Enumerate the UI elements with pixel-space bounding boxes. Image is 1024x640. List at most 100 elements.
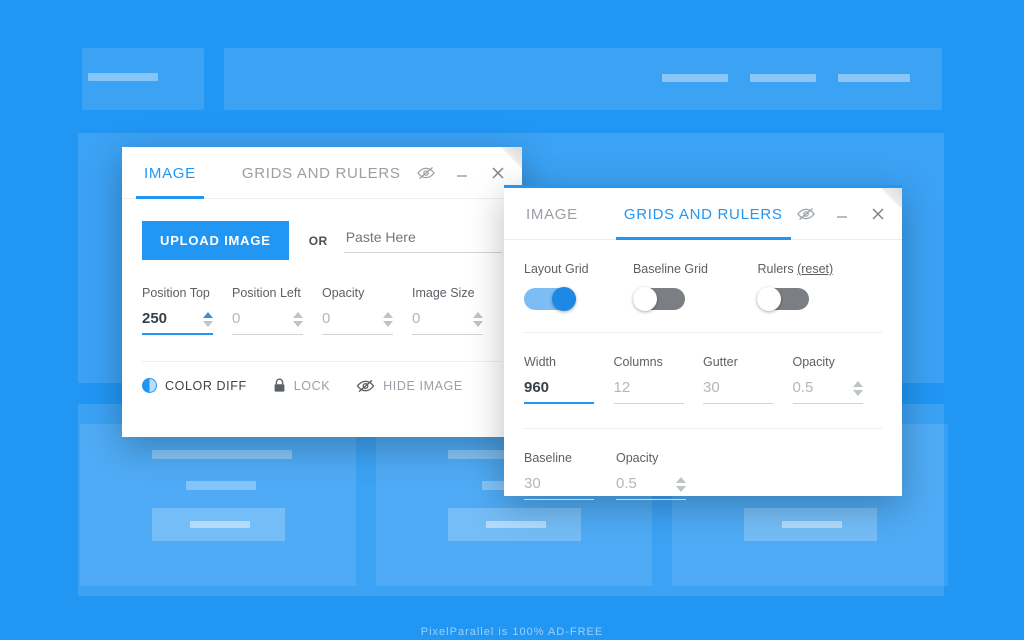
rulers-reset-link[interactable]: (reset) [797,262,833,276]
close-icon[interactable] [488,163,508,183]
grid-fields-row: Width 960 Columns 12 Gutter 30 Opacity 0.5 [504,333,902,404]
paste-here-input[interactable] [343,228,506,246]
minimize-icon[interactable] [452,163,472,183]
field-value[interactable]: 0.5 [616,474,637,494]
field-position-top: Position Top 250 [142,286,232,335]
stepper[interactable] [293,312,303,329]
field-value[interactable]: 960 [524,378,549,398]
toggle-knob [632,287,657,311]
stepper-down-icon[interactable] [852,390,863,396]
stepper-down-icon[interactable] [383,321,393,327]
hide-eye-icon[interactable] [796,204,816,224]
image-fields-row: Position Top 250 Position Left 0 Opacity 0 Ima… [122,260,522,335]
field-gutter: Gutter 30 [703,355,793,404]
field-image-size: Image Size 0 [412,286,502,335]
wireframe-nav-link [838,74,910,82]
field-width: Width 960 [524,355,614,404]
field-underline: 0.5 [792,378,863,404]
toggle-label: Baseline Grid [632,262,708,276]
toggle-rulers[interactable] [757,287,810,311]
footer-note: PixelParallel is 100% AD-FREE [420,626,604,638]
field-value[interactable]: 0 [412,309,420,329]
action-color-diff[interactable]: COLOR DIFF [142,378,247,393]
toggle-group-rulers: Rulers (reset) [757,262,882,311]
stepper-down-icon[interactable] [203,321,213,327]
upload-row: UPLOAD IMAGE OR [122,199,522,260]
field-value[interactable]: 0.5 [793,378,814,398]
hide-eye-icon[interactable] [416,163,436,183]
field-baseline-baseline: Baseline 30 [524,451,616,500]
field-label: Width [524,355,556,369]
stepper[interactable] [383,312,393,329]
grids-panel-window-controls [796,188,888,240]
stepper-up-icon[interactable] [473,312,483,318]
action-hide-image[interactable]: HIDE IMAGE [356,379,463,393]
field-value[interactable]: 30 [703,378,720,398]
field-label: Position Left [232,286,301,300]
field-value[interactable]: 250 [142,309,167,329]
stepper-up-icon[interactable] [676,477,686,483]
field-underline: 0 [412,309,483,335]
stepper[interactable] [852,381,863,398]
field-value[interactable]: 0 [322,309,330,329]
field-label: Opacity [322,286,365,300]
toggle-label: Rulers (reset) [757,262,834,276]
upload-image-button[interactable]: UPLOAD IMAGE [142,221,289,260]
stepper[interactable] [203,312,213,329]
stepper-up-icon[interactable] [293,312,303,318]
action-lock[interactable]: LOCK [273,378,330,393]
stepper-down-icon[interactable] [676,486,686,492]
field-underline: 960 [524,378,594,404]
field-label: Opacity [616,451,659,465]
field-underline: 250 [142,309,213,335]
field-baseline-opacity: Opacity 0.5 [616,451,708,500]
wireframe-navbar [224,48,942,110]
stepper[interactable] [676,477,686,494]
toggle-baseline-grid[interactable] [632,287,685,311]
stepper-down-icon[interactable] [293,321,303,327]
stepper-up-icon[interactable] [852,381,863,387]
field-opacity: Opacity 0 [322,286,412,335]
field-label: Opacity [792,355,835,369]
tab-image[interactable]: IMAGE [136,147,204,199]
toggle-layout-grid[interactable] [524,287,576,311]
field-value[interactable]: 30 [524,474,541,494]
tab-grids-and-rulers[interactable]: GRIDS AND RULERS [240,147,403,199]
wireframe-logo-bar [88,73,158,81]
field-underline: 30 [524,474,594,500]
field-label: Image Size [412,286,475,300]
tab-image[interactable]: IMAGE [524,188,580,240]
toggle-knob [757,287,782,311]
tab-grids-and-rulers[interactable]: GRIDS AND RULERS [615,188,791,240]
minimize-icon[interactable] [832,204,852,224]
field-label: Baseline [524,451,572,465]
toggle-knob [552,287,576,311]
field-value[interactable]: 0 [232,309,240,329]
field-opacity: Opacity 0.5 [792,355,883,404]
image-panel-window-controls [416,147,508,199]
field-label: Columns [613,355,663,369]
image-panel-tabbar: IMAGE GRIDS AND RULERS [122,147,522,199]
action-label: LOCK [293,378,331,393]
image-panel[interactable]: IMAGE GRIDS AND RULERS UPLOAD IMAGE OR P… [122,147,522,437]
field-underline: 12 [613,378,684,404]
field-columns: Columns 12 [613,355,704,404]
field-label: Gutter [703,355,738,369]
toggles-row: Layout Grid Baseline Grid Rulers (reset) [504,240,902,311]
grids-and-rulers-panel[interactable]: IMAGE GRIDS AND RULERS Layout Grid Baseli… [504,185,902,500]
or-label: OR [308,233,328,248]
stepper-up-icon[interactable] [203,312,213,318]
action-label: COLOR DIFF [165,378,247,393]
stepper[interactable] [473,312,483,329]
toggle-group-layout-grid: Layout Grid [524,262,633,311]
baseline-fields-row: Baseline 30 Opacity 0.5 [504,429,902,500]
field-value[interactable]: 12 [614,378,631,398]
close-icon[interactable] [868,204,888,224]
wireframe-nav-link [662,74,728,82]
stepper-down-icon[interactable] [473,321,483,327]
lock-icon [274,378,285,392]
grids-panel-tabbar: IMAGE GRIDS AND RULERS [504,188,902,240]
wireframe-card [80,424,356,586]
stepper-up-icon[interactable] [383,312,393,318]
contrast-icon [142,378,157,393]
